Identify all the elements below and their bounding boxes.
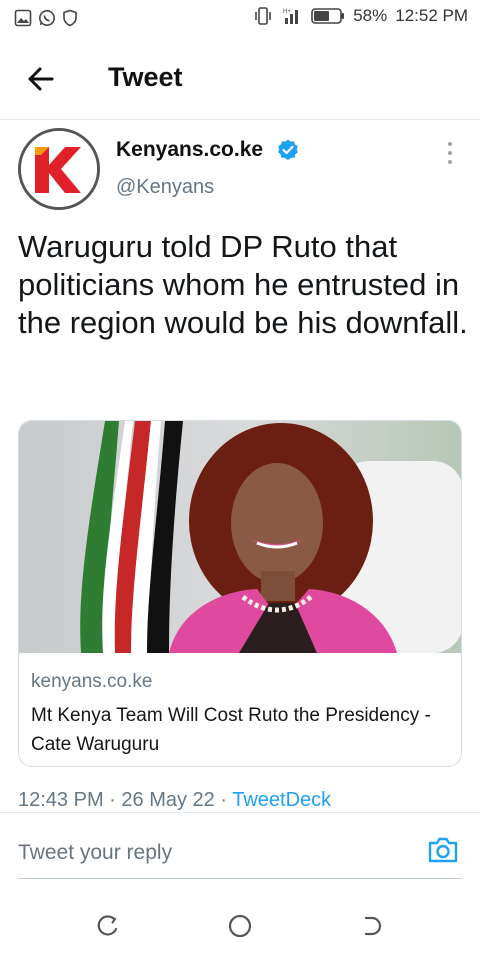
card-domain: kenyans.co.ke — [31, 671, 153, 692]
more-dot-icon — [448, 160, 452, 164]
notification-icons — [14, 9, 78, 27]
camera-button[interactable] — [426, 833, 460, 872]
back-nav-icon — [364, 916, 382, 936]
status-bar: H+ 58% 12:52 PM — [0, 0, 480, 36]
tweet-text: Waruguru told DP Ruto that politicians w… — [18, 229, 468, 340]
meta-separator: · — [109, 789, 116, 811]
recents-icon — [97, 915, 118, 936]
battery-percent: 58% — [353, 6, 388, 25]
more-dot-icon — [448, 151, 452, 155]
vibrate-icon — [255, 7, 272, 25]
link-card[interactable]: kenyans.co.ke Mt Kenya Team Will Cost Ru… — [18, 420, 462, 767]
recents-button[interactable] — [94, 912, 122, 940]
card-image — [19, 421, 461, 653]
navigation-bar — [0, 900, 480, 960]
reply-underline — [18, 878, 462, 879]
home-button[interactable] — [226, 912, 254, 940]
signal-icon: H+ — [283, 9, 299, 24]
author-handle[interactable]: @Kenyans — [116, 176, 214, 199]
home-circle-icon — [228, 914, 252, 938]
card-title: Mt Kenya Team Will Cost Ruto the Preside… — [31, 705, 431, 755]
back-nav-button[interactable] — [358, 912, 386, 940]
battery-icon — [311, 7, 345, 25]
tweet-source-link[interactable]: TweetDeck — [232, 789, 331, 811]
camera-icon — [428, 837, 458, 863]
image-icon — [14, 9, 32, 27]
more-dot-icon — [448, 142, 452, 146]
page-title: Tweet — [108, 62, 183, 92]
verified-badge-icon — [278, 139, 298, 160]
kenyans-logo — [21, 131, 97, 207]
meta-separator: · — [220, 789, 228, 811]
tweet-time: 12:43 PM — [18, 789, 104, 811]
clock: 12:52 PM — [395, 6, 468, 25]
shield-icon — [63, 9, 77, 27]
more-options-button[interactable] — [440, 138, 460, 168]
tweet-date: 26 May 22 — [121, 789, 215, 811]
system-status: H+ 58% 12:52 PM — [253, 6, 468, 26]
whatsapp-icon — [39, 10, 55, 26]
reply-input[interactable] — [18, 836, 408, 870]
top-app-bar: Tweet — [0, 40, 480, 120]
author-name[interactable]: Kenyans.co.ke — [116, 138, 263, 162]
arrow-left-icon — [28, 67, 54, 91]
svg-text:H+: H+ — [283, 9, 291, 15]
back-button[interactable] — [24, 62, 58, 96]
tweet-meta: 12:43 PM · 26 May 22 · TweetDeck — [18, 789, 331, 813]
avatar[interactable] — [18, 128, 100, 210]
divider — [0, 812, 480, 813]
